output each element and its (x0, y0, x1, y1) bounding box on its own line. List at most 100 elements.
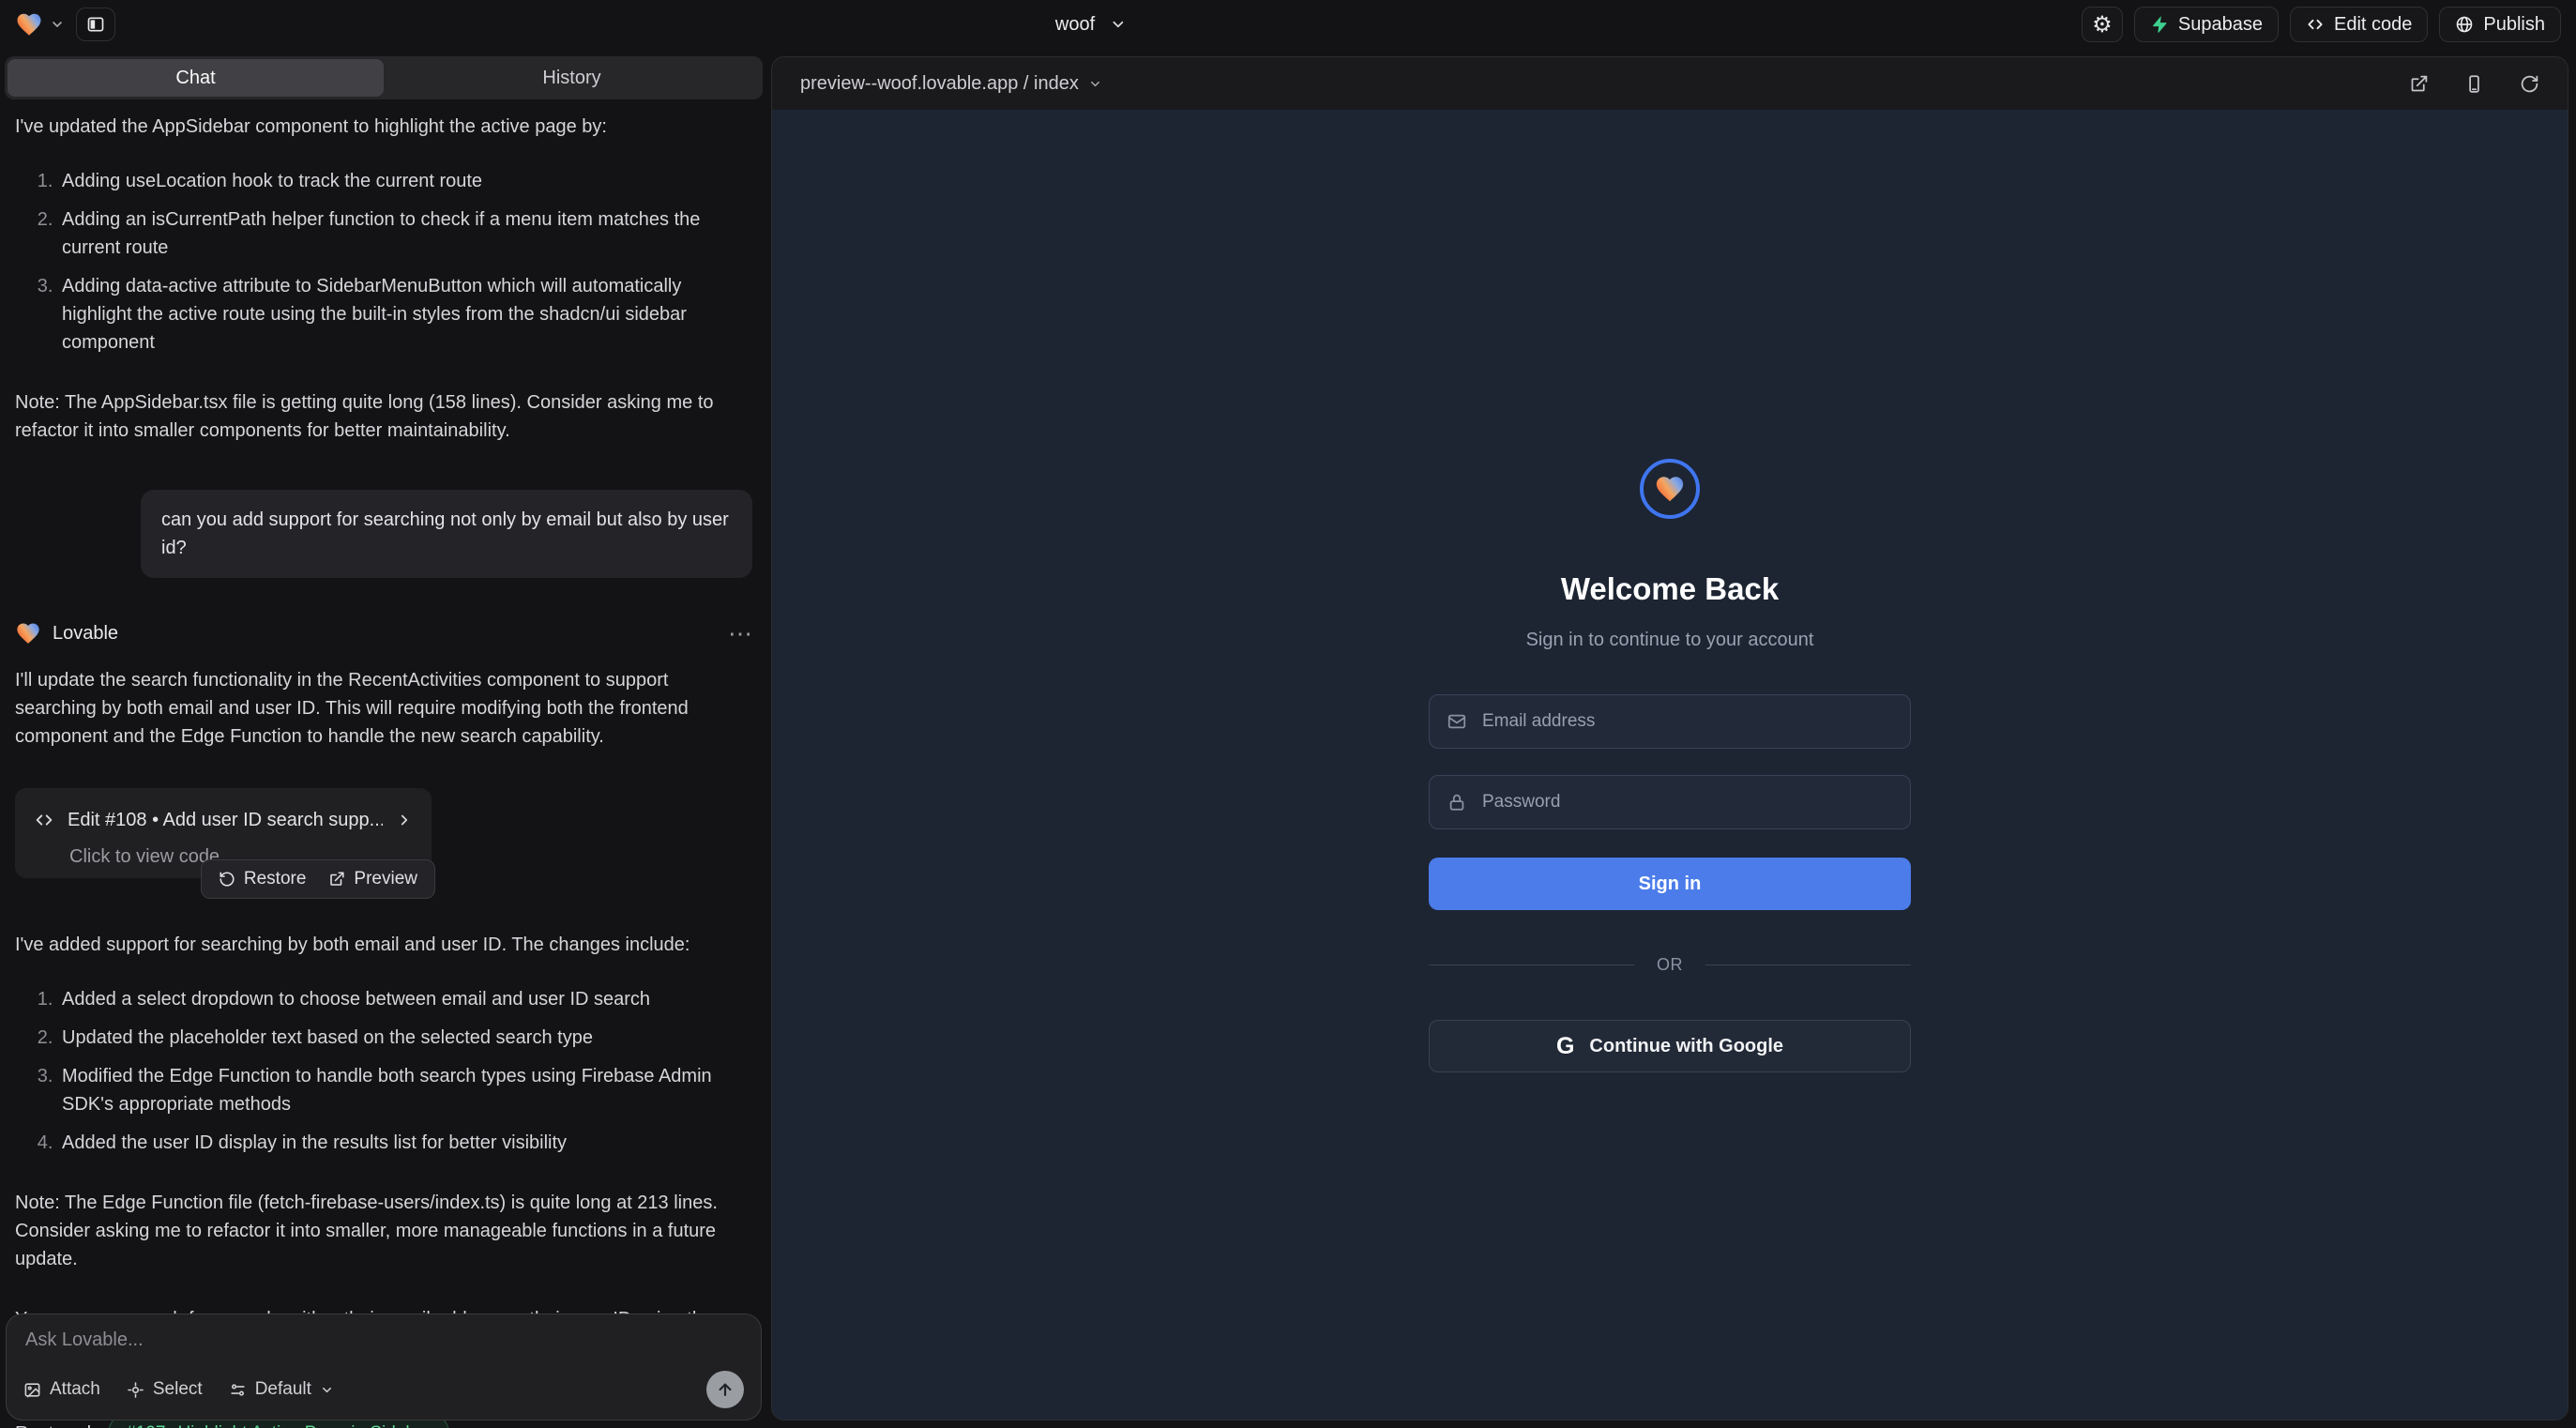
mode-label: Default (255, 1379, 311, 1400)
topbar: woof ⚙ Supabase Edit code Publish (0, 0, 2576, 49)
or-divider: OR (1429, 955, 1911, 975)
tab-history[interactable]: History (384, 59, 760, 97)
arrow-up-icon (716, 1380, 735, 1399)
chevron-down-icon (1110, 16, 1127, 33)
auth-card: Welcome Back Sign in to continue to your… (1429, 110, 1911, 1072)
supabase-button[interactable]: Supabase (2134, 7, 2279, 42)
panel-left-icon (86, 15, 105, 34)
send-button[interactable] (706, 1371, 744, 1408)
auth-subtitle: Sign in to continue to your account (1526, 630, 1814, 651)
list-item: Updated the placeholder text based on th… (58, 1024, 752, 1052)
mode-dropdown[interactable]: Default (229, 1379, 334, 1400)
select-label: Select (153, 1379, 203, 1400)
external-link-icon (328, 871, 345, 888)
lovable-heart-icon (15, 620, 41, 646)
email-input[interactable] (1480, 710, 1893, 733)
edit-code-button[interactable]: Edit code (2290, 7, 2428, 42)
version-badge-title: Highlight Active Page in Sidebar (177, 1420, 431, 1428)
password-field (1429, 775, 1911, 829)
attach-label: Attach (50, 1379, 100, 1400)
image-attach-icon (23, 1381, 41, 1399)
supabase-bolt-icon (2150, 15, 2169, 34)
preview-app-viewport: Welcome Back Sign in to continue to your… (772, 110, 2568, 1420)
user-message-bubble: can you add support for searching not on… (141, 490, 752, 578)
mobile-view-icon[interactable] (2464, 74, 2484, 94)
edit-code-label: Edit code (2334, 14, 2412, 36)
auth-title: Welcome Back (1561, 571, 1779, 607)
preview-panel: preview--woof.lovable.app / index (771, 56, 2568, 1420)
list-item: Adding useLocation hook to track the cur… (58, 167, 752, 195)
edit-card-wrapper: Edit #108 • Add user ID search supp... C… (15, 788, 435, 899)
code-icon (2306, 15, 2325, 34)
google-g-icon: G (1556, 1033, 1574, 1060)
tab-chat-label: Chat (175, 68, 215, 89)
list-item: Added the user ID display in the results… (58, 1129, 752, 1157)
composer-input[interactable] (23, 1328, 744, 1360)
project-name: woof (1055, 14, 1095, 36)
restore-button[interactable]: Restore (219, 865, 307, 893)
list-item: Adding an isCurrentPath helper function … (58, 205, 752, 262)
list-item: Modified the Edge Function to handle bot… (58, 1062, 752, 1118)
chat-history-tabs: Chat History (5, 56, 763, 99)
gear-icon: ⚙ (2092, 11, 2113, 38)
assistant-paragraph: I'll update the search functionality in … (15, 666, 752, 751)
assistant-header: Lovable ⋯ (15, 619, 752, 647)
assistant-paragraph: I've added support for searching by both… (15, 931, 752, 959)
list-item: Added a select dropdown to choose betwee… (58, 985, 752, 1013)
target-select-icon (127, 1381, 144, 1399)
sliders-icon (229, 1381, 247, 1399)
version-badge-id: #107 (126, 1420, 165, 1428)
sign-in-button[interactable]: Sign in (1429, 858, 1911, 910)
attach-button[interactable]: Attach (23, 1379, 100, 1400)
preview-address-dropdown[interactable]: preview--woof.lovable.app / index (800, 73, 1102, 95)
chevron-right-icon (396, 812, 413, 828)
heart-logo-icon (1654, 473, 1686, 505)
project-switcher[interactable]: woof (1055, 0, 1127, 49)
assistant-note: Note: The AppSidebar.tsx file is getting… (15, 388, 752, 445)
assistant-paragraph: I've updated the AppSidebar component to… (15, 113, 752, 141)
refresh-icon[interactable] (2520, 74, 2539, 94)
open-in-new-window-icon[interactable] (2409, 74, 2429, 94)
email-field (1429, 694, 1911, 749)
assistant-numbered-list: Added a select dropdown to choose betwee… (15, 985, 752, 1157)
publish-button[interactable]: Publish (2439, 7, 2561, 42)
preview-button[interactable]: Preview (328, 865, 417, 893)
assistant-note: Note: The Edge Function file (fetch-fire… (15, 1189, 752, 1273)
globe-icon (2455, 15, 2474, 34)
envelope-icon (1447, 711, 1467, 732)
edit-card-toolbar: Restore Preview (201, 859, 435, 899)
chevron-down-icon (1088, 77, 1102, 91)
google-label: Continue with Google (1589, 1036, 1783, 1057)
list-item: Adding data-active attribute to SidebarM… (58, 272, 752, 357)
code-icon (34, 810, 54, 830)
tab-chat[interactable]: Chat (8, 59, 384, 97)
publish-label: Publish (2483, 14, 2545, 36)
user-message-text: can you add support for searching not on… (161, 509, 729, 558)
preview-address: preview--woof.lovable.app / index (800, 73, 1079, 95)
assistant-name: Lovable (53, 619, 118, 647)
edit-card-title: Edit #108 • Add user ID search supp... (68, 806, 383, 834)
sign-in-label: Sign in (1639, 874, 1702, 895)
chevron-down-icon (320, 1383, 334, 1397)
lovable-heart-icon (15, 10, 43, 38)
app-logo (1640, 459, 1700, 519)
supabase-label: Supabase (2178, 14, 2263, 36)
or-label: OR (1657, 955, 1683, 975)
message-menu-ellipsis-icon[interactable]: ⋯ (728, 624, 752, 643)
settings-button[interactable]: ⚙ (2082, 7, 2123, 42)
sidebar-toggle-button[interactable] (76, 8, 115, 41)
lovable-logo-menu[interactable] (15, 10, 65, 38)
chat-message-list: I've updated the AppSidebar component to… (0, 99, 767, 1428)
preview-label: Preview (354, 865, 417, 893)
composer: Attach Select Default (6, 1314, 762, 1420)
restore-icon (219, 871, 235, 888)
restore-label: Restore (244, 865, 307, 893)
select-button[interactable]: Select (127, 1379, 203, 1400)
lock-icon (1447, 792, 1467, 813)
chevron-down-icon (50, 17, 65, 32)
continue-with-google-button[interactable]: G Continue with Google (1429, 1020, 1911, 1072)
chat-panel: Chat History I've updated the AppSidebar… (0, 49, 767, 1428)
tab-history-label: History (542, 68, 600, 89)
password-input[interactable] (1480, 791, 1893, 813)
restored-label: Restored (15, 1420, 91, 1428)
